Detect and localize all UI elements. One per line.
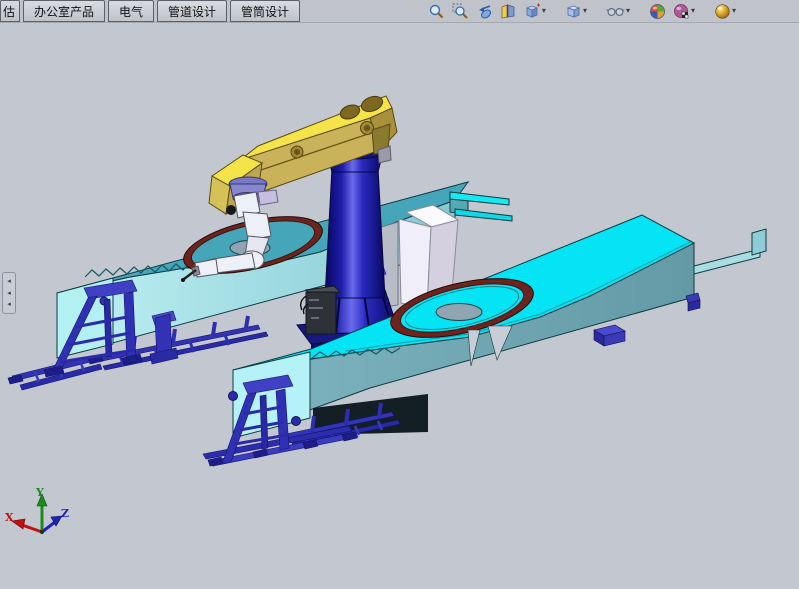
solidworks-window: { "toolbar": { "tabs": [ {"label": "估"},…: [0, 0, 799, 589]
previous-view-button[interactable]: [475, 1, 494, 21]
view-orientation-icon: [524, 3, 541, 20]
hide-show-items-icon: [606, 3, 625, 20]
control-box[interactable]: [301, 286, 340, 334]
hide-show-items-button[interactable]: ▾: [605, 1, 631, 21]
edit-appearance-icon: [649, 3, 666, 20]
zoom-to-area-icon: [452, 3, 469, 20]
y-axis-label: Y: [35, 486, 44, 499]
collapse-arrow-icon[interactable]: ◂: [7, 301, 11, 308]
command-manager-toolbar: 估 办公室产品 电气 管道设计 管筒设计: [0, 0, 799, 23]
view-settings-icon: [714, 3, 731, 20]
x-axis-label: X: [5, 511, 14, 524]
display-style-button[interactable]: ▾: [564, 1, 588, 21]
command-tabs: 估 办公室产品 电气 管道设计 管筒设计: [0, 0, 303, 22]
display-style-icon: [565, 3, 582, 20]
graphics-viewport[interactable]: X Y Z: [0, 0, 799, 589]
dropdown-arrow[interactable]: ▾: [626, 7, 630, 15]
dropdown-arrow[interactable]: ▾: [583, 7, 587, 15]
dropdown-arrow[interactable]: ▾: [691, 7, 695, 15]
ring-center-hole-right: [436, 304, 482, 321]
tab-electrical[interactable]: 电气: [108, 0, 154, 22]
apply-scene-icon: [673, 3, 690, 20]
tab-piping-design[interactable]: 管道设计: [157, 0, 227, 22]
collapse-arrow-icon[interactable]: ◂: [7, 278, 11, 285]
zoom-to-area-button[interactable]: [451, 1, 470, 21]
collapse-arrow-icon[interactable]: ◂: [7, 290, 11, 297]
panel-collapse-control[interactable]: ◂ ◂ ◂: [2, 272, 16, 314]
heads-up-view-toolbar: ▾ ▾ ▾: [427, 0, 737, 22]
tab-evaluate[interactable]: 估: [0, 0, 20, 22]
zoom-to-fit-icon: [428, 3, 445, 20]
apply-scene-button[interactable]: ▾: [672, 1, 696, 21]
view-orientation-button[interactable]: ▾: [523, 1, 547, 21]
section-view-icon: [500, 3, 517, 20]
dropdown-arrow[interactable]: ▾: [542, 7, 546, 15]
section-view-button[interactable]: [499, 1, 518, 21]
dropdown-arrow[interactable]: ▾: [732, 7, 736, 15]
zoom-to-fit-button[interactable]: [427, 1, 446, 21]
view-settings-button[interactable]: ▾: [713, 1, 737, 21]
tab-tubing-design[interactable]: 管筒设计: [230, 0, 300, 22]
z-axis-label: Z: [61, 507, 69, 520]
tab-office-products[interactable]: 办公室产品: [23, 0, 105, 22]
previous-view-icon: [476, 3, 493, 20]
edit-appearance-button[interactable]: [648, 1, 667, 21]
